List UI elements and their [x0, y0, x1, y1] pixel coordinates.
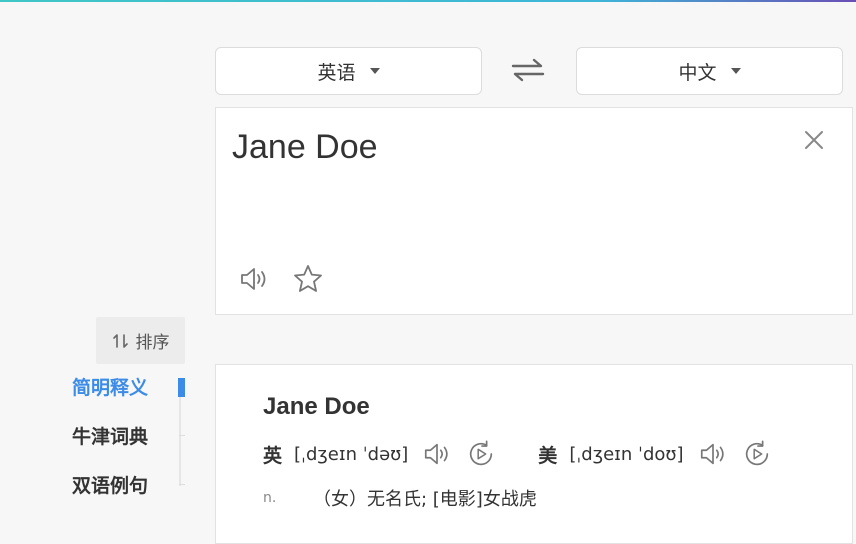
uk-pronounce-button[interactable]	[422, 439, 452, 469]
target-language-select[interactable]: 中文	[576, 47, 843, 95]
swap-languages-button[interactable]	[508, 53, 548, 87]
chevron-down-icon	[730, 68, 741, 74]
us-replay-button[interactable]	[742, 439, 772, 469]
replay-icon	[745, 440, 768, 466]
chevron-down-icon	[369, 68, 380, 74]
nav-tick	[179, 484, 185, 485]
us-pronounce-button[interactable]	[698, 439, 728, 469]
top-accent-line	[0, 0, 856, 2]
nav-tick	[179, 435, 185, 436]
close-icon	[805, 131, 823, 149]
result-word: Jane Doe	[263, 393, 370, 420]
source-language-label: 英语	[317, 61, 356, 84]
sort-label: 排序	[135, 333, 170, 353]
us-phonetic-group: 美 [ˌdʒeɪn ˈdoʊ]	[538, 439, 785, 469]
speaker-icon	[700, 443, 724, 465]
us-phonetic: [ˌdʒeɪn ˈdoʊ]	[569, 443, 684, 465]
speaker-icon	[425, 443, 448, 465]
nav-item-brief-definition[interactable]: 简明释义	[72, 370, 148, 419]
phonetic-row: 英 [ˌdʒeɪn ˈdəʊ] 美 [ˌdʒeɪn ˈdoʊ]	[263, 439, 786, 469]
clear-input-button[interactable]	[802, 128, 826, 152]
pronounce-input-button[interactable]	[238, 263, 270, 295]
uk-phonetic: [ˌdʒeɪn ˈdəʊ]	[294, 443, 409, 465]
result-panel: Jane Doe 英 [ˌdʒeɪn ˈdəʊ] 美 [ˌdʒeɪn ˈdoʊ]…	[215, 364, 853, 544]
uk-replay-button[interactable]	[466, 439, 496, 469]
source-language-select[interactable]: 英语	[215, 47, 482, 95]
definition-row: n. （女）无名氏; [电影]女战虎	[263, 485, 537, 511]
nav-active-indicator	[178, 378, 185, 397]
side-nav: 简明释义 牛津词典 双语例句	[72, 370, 148, 517]
uk-label: 英	[263, 444, 283, 467]
sort-icon	[112, 333, 128, 348]
part-of-speech: n.	[263, 490, 277, 506]
replay-icon	[470, 440, 493, 466]
source-text-input[interactable]: Jane Doe	[232, 128, 378, 167]
swap-icon	[511, 58, 545, 82]
speaker-icon	[241, 268, 266, 290]
star-icon	[294, 265, 322, 292]
input-panel: Jane Doe	[215, 107, 853, 315]
sort-button[interactable]: 排序	[96, 317, 185, 364]
target-language-label: 中文	[678, 61, 717, 84]
favorite-button[interactable]	[292, 263, 324, 295]
uk-phonetic-group: 英 [ˌdʒeɪn ˈdəʊ]	[263, 439, 510, 469]
nav-item-bilingual-examples[interactable]: 双语例句	[72, 468, 148, 517]
nav-item-oxford-dictionary[interactable]: 牛津词典	[72, 419, 148, 468]
definition-text: （女）无名氏; [电影]女战虎	[313, 489, 537, 510]
us-label: 美	[538, 444, 558, 467]
